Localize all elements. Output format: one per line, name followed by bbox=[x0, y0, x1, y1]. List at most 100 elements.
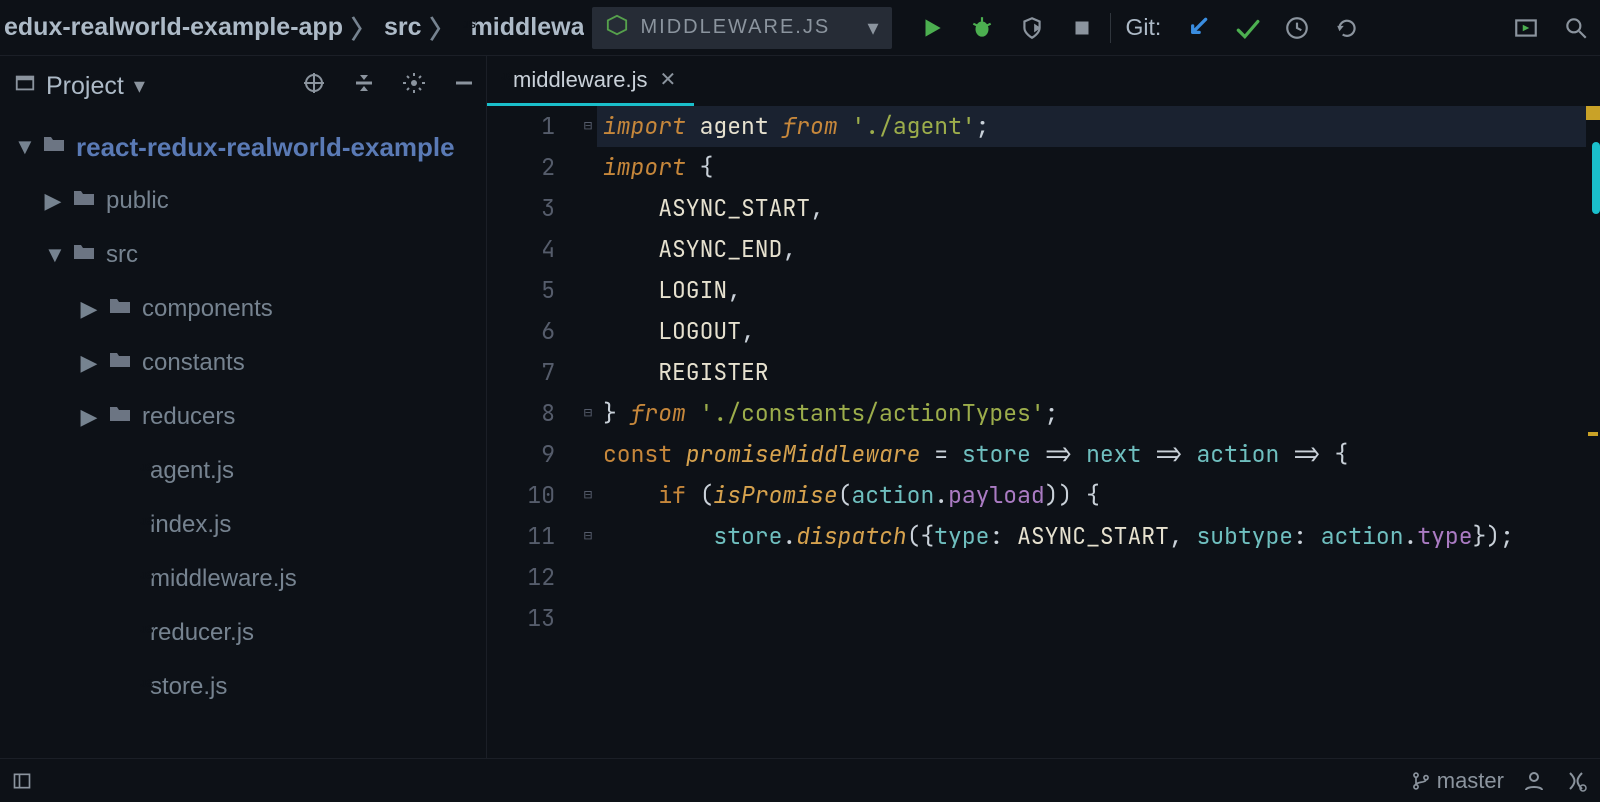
tree-file[interactable]: reducer.js bbox=[0, 606, 486, 660]
navigation-toolbar: edux-realworld-example-app 〉 src 〉 middl… bbox=[0, 0, 1600, 56]
chevron-down-icon[interactable]: ▼ bbox=[14, 134, 32, 160]
chevron-right-icon[interactable]: ▶ bbox=[80, 350, 98, 376]
code-area[interactable]: import agent from './agent';import { ASY… bbox=[597, 106, 1586, 758]
tree-node-label: reducer.js bbox=[150, 619, 254, 647]
project-title[interactable]: Project bbox=[46, 72, 124, 101]
tree-folder[interactable]: ▶ constants bbox=[0, 336, 486, 390]
code-line[interactable]: store.dispatch({type: ASYNC_START, subty… bbox=[597, 516, 1586, 557]
stop-button[interactable] bbox=[1068, 14, 1096, 42]
git-commit-button[interactable] bbox=[1233, 14, 1261, 42]
code-line[interactable]: ASYNC_START, bbox=[597, 188, 1586, 229]
chevron-right-icon: 〉 bbox=[351, 10, 376, 46]
code-line[interactable]: if (isPromise(action.payload)) { bbox=[597, 475, 1586, 516]
breadcrumb-root[interactable]: edux-realworld-example-app bbox=[4, 13, 343, 42]
line-number[interactable]: 2 bbox=[487, 147, 555, 188]
code-line[interactable]: ASYNC_END, bbox=[597, 229, 1586, 270]
tree-folder[interactable]: ▶reducers bbox=[0, 390, 486, 444]
tree-root[interactable]: ▼ react-redux-realworld-example bbox=[0, 120, 486, 174]
editor-scroll-strip[interactable] bbox=[1586, 106, 1600, 758]
fold-gutter[interactable]: ⊟⊟⊟⊟ bbox=[579, 106, 597, 758]
chevron-down-icon[interactable]: ▼ bbox=[44, 242, 62, 268]
hide-button[interactable] bbox=[452, 71, 476, 101]
fold-toggle-icon[interactable]: ⊟ bbox=[579, 475, 597, 516]
git-revert-button[interactable] bbox=[1333, 14, 1361, 42]
tree-folder[interactable]: ▶ public bbox=[0, 174, 486, 228]
fold-toggle-icon[interactable]: ⊟ bbox=[579, 516, 597, 557]
fold-toggle-icon[interactable]: ⊟ bbox=[579, 393, 597, 434]
tree-folder[interactable]: ▼src bbox=[0, 228, 486, 282]
tree-node-label: components bbox=[142, 295, 273, 323]
chevron-right-icon[interactable]: ▶ bbox=[80, 404, 98, 430]
breadcrumb-folder[interactable]: src bbox=[384, 13, 422, 42]
code-line[interactable]: } from './constants/actionTypes'; bbox=[597, 393, 1586, 434]
tree-node-label: public bbox=[106, 187, 169, 215]
line-number[interactable]: 13 bbox=[487, 598, 555, 639]
project-tree[interactable]: ▼ react-redux-realworld-example ▶ public ▼… bbox=[0, 116, 486, 758]
fold-spacer bbox=[579, 598, 597, 639]
code-line[interactable]: const promiseMiddleware = store => next … bbox=[597, 434, 1586, 475]
analysis-warning-marker[interactable] bbox=[1586, 106, 1600, 120]
run-button[interactable] bbox=[918, 14, 946, 42]
code-line[interactable]: LOGOUT, bbox=[597, 311, 1586, 352]
code-line[interactable]: LOGIN, bbox=[597, 270, 1586, 311]
chevron-right-icon[interactable]: ▶ bbox=[80, 296, 98, 322]
tree-file[interactable]: agent.js bbox=[0, 444, 486, 498]
warning-marker[interactable] bbox=[1588, 432, 1598, 436]
line-number[interactable]: 4 bbox=[487, 229, 555, 270]
breadcrumb[interactable]: edux-realworld-example-app 〉 src 〉 middl… bbox=[4, 10, 584, 46]
fold-spacer bbox=[579, 229, 597, 270]
line-number[interactable]: 8 bbox=[487, 393, 555, 434]
ide-settings-icon[interactable] bbox=[1564, 769, 1588, 793]
line-number[interactable]: 10 bbox=[487, 475, 555, 516]
chevron-right-icon[interactable]: ▶ bbox=[44, 188, 62, 214]
breadcrumb-file[interactable]: middlewa bbox=[471, 13, 585, 42]
scrollbar-thumb[interactable] bbox=[1592, 142, 1600, 214]
code-with-me-icon[interactable] bbox=[1522, 769, 1546, 793]
chevron-down-icon[interactable]: ▾ bbox=[134, 73, 145, 99]
tree-folder[interactable]: ▶ components bbox=[0, 282, 486, 336]
line-number[interactable]: 12 bbox=[487, 557, 555, 598]
folder-icon bbox=[108, 296, 132, 322]
select-opened-file-button[interactable] bbox=[302, 71, 326, 101]
separator bbox=[1110, 13, 1111, 43]
editor-tab-label: middleware.js bbox=[513, 67, 648, 93]
fold-spacer bbox=[579, 311, 597, 352]
line-number[interactable]: 9 bbox=[487, 434, 555, 475]
editor-tabs: middleware.js ✕ bbox=[487, 56, 1600, 106]
line-number-gutter[interactable]: 12345678910111213 bbox=[487, 106, 579, 758]
debug-button[interactable] bbox=[968, 14, 996, 42]
tree-node-label: constants bbox=[142, 349, 245, 377]
line-number[interactable]: 6 bbox=[487, 311, 555, 352]
tree-file[interactable]: store.js bbox=[0, 660, 486, 714]
tree-file[interactable]: index.js bbox=[0, 498, 486, 552]
close-icon[interactable]: ✕ bbox=[660, 67, 677, 92]
run-config-name: MIDDLEWARE.JS bbox=[640, 16, 830, 39]
editor-tab-active[interactable]: middleware.js ✕ bbox=[487, 56, 694, 106]
git-branch-widget[interactable]: master bbox=[1411, 768, 1504, 794]
line-number[interactable]: 11 bbox=[487, 516, 555, 557]
line-number[interactable]: 5 bbox=[487, 270, 555, 311]
line-number[interactable]: 7 bbox=[487, 352, 555, 393]
code-line[interactable]: import agent from './agent'; bbox=[597, 106, 1586, 147]
expand-all-button[interactable] bbox=[352, 71, 376, 101]
toggle-tool-windows-button[interactable] bbox=[12, 771, 32, 791]
fold-spacer bbox=[579, 188, 597, 229]
line-number[interactable]: 1 bbox=[487, 106, 555, 147]
code-line[interactable]: import { bbox=[597, 147, 1586, 188]
settings-icon[interactable] bbox=[402, 71, 426, 101]
tree-file[interactable]: middleware.js bbox=[0, 552, 486, 606]
code-line[interactable]: REGISTER bbox=[597, 352, 1586, 393]
git-history-button[interactable] bbox=[1283, 14, 1311, 42]
search-everywhere-button[interactable] bbox=[1562, 14, 1590, 42]
git-label: Git: bbox=[1125, 14, 1161, 41]
run-config-selector[interactable]: MIDDLEWARE.JS ▾ bbox=[592, 7, 892, 49]
run-anything-button[interactable] bbox=[1512, 14, 1540, 42]
git-update-button[interactable] bbox=[1183, 14, 1211, 42]
folder-icon bbox=[108, 350, 132, 376]
line-number[interactable]: 3 bbox=[487, 188, 555, 229]
fold-toggle-icon[interactable]: ⊟ bbox=[579, 106, 597, 147]
project-view-icon bbox=[14, 72, 36, 100]
folder-icon bbox=[42, 134, 66, 160]
editor-viewport[interactable]: 12345678910111213 ⊟⊟⊟⊟ import agent from… bbox=[487, 106, 1600, 758]
coverage-button[interactable] bbox=[1018, 14, 1046, 42]
